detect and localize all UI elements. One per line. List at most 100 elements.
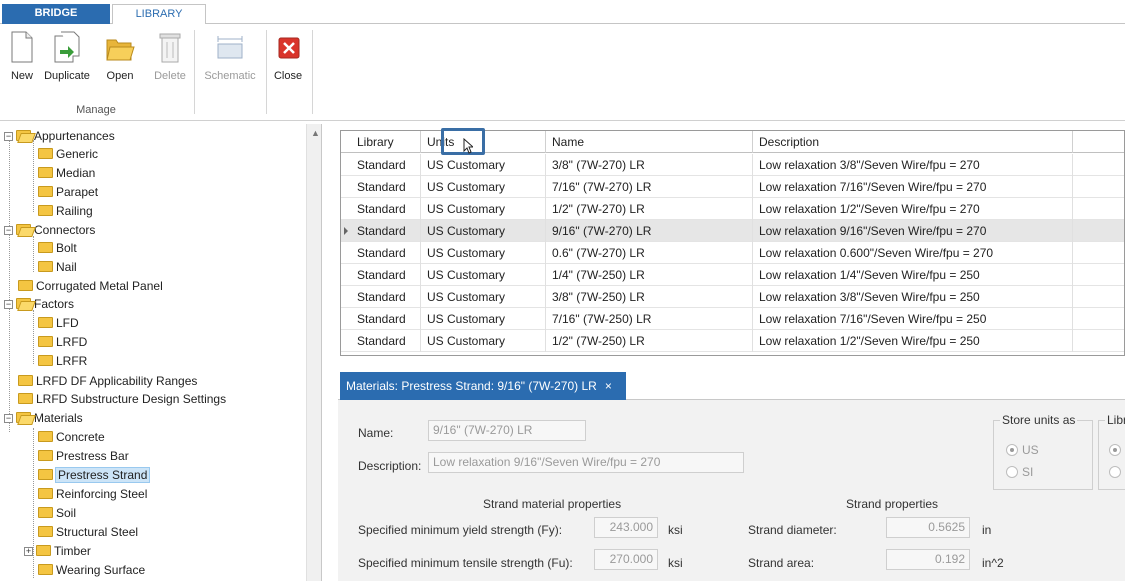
open-label: Open (106, 70, 134, 82)
units-si-radio[interactable]: SI (1006, 465, 1033, 479)
column-header-library[interactable]: Library (351, 131, 421, 153)
tree-node-structural-steel[interactable]: Structural Steel (38, 524, 138, 540)
tab-bridge-explorer[interactable]: BRIDGE EXPLORER (2, 4, 110, 37)
folder-icon (38, 431, 53, 442)
cell-name: 0.6" (7W-270) LR (546, 242, 753, 264)
folder-icon (38, 526, 53, 537)
tree-node-reinforcing-steel[interactable]: Reinforcing Steel (38, 486, 147, 502)
table-row[interactable]: Standard US Customary 1/2" (7W-250) LR Low … (341, 330, 1124, 352)
delete-button[interactable]: Delete (148, 30, 192, 82)
cell-description: Low relaxation 0.600"/Seven Wire/fpu = 2… (753, 242, 1073, 264)
column-header-description[interactable]: Description (753, 131, 1073, 153)
open-button[interactable]: Open (96, 30, 144, 82)
cell-description: Low relaxation 7/16"/Seven Wire/fpu = 25… (753, 308, 1073, 330)
fy-label: Specified minimum yield strength (Fy): (358, 523, 563, 537)
duplicate-button[interactable]: Duplicate (40, 30, 94, 82)
tree-scrollbar[interactable]: ▲ (306, 124, 321, 581)
tree-node-median[interactable]: Median (38, 165, 95, 181)
tree-node-connectors[interactable]: − Connectors (4, 222, 95, 238)
cell-description: Low relaxation 1/4"/Seven Wire/fpu = 250 (753, 264, 1073, 286)
fy-field[interactable]: 243.000 (594, 517, 658, 538)
tree-node-prestress-strand[interactable]: Prestress Strand (38, 467, 151, 483)
cell-description: Low relaxation 7/16"/Seven Wire/fpu = 27… (753, 176, 1073, 198)
folder-icon (38, 205, 53, 216)
folder-icon (38, 507, 53, 518)
tree-node-generic[interactable]: Generic (38, 146, 98, 162)
folder-icon (18, 375, 33, 386)
folder-icon (16, 224, 31, 235)
close-button[interactable]: Close (268, 30, 308, 82)
collapse-icon[interactable]: − (4, 226, 13, 235)
tree-node-nail[interactable]: Nail (38, 259, 77, 275)
fu-field[interactable]: 270.000 (594, 549, 658, 570)
cell-name: 7/16" (7W-250) LR (546, 308, 753, 330)
tree-node-parapet[interactable]: Parapet (38, 184, 98, 200)
library-radio-1[interactable] (1109, 443, 1125, 457)
radio-icon (1109, 466, 1121, 478)
tree-node-concrete[interactable]: Concrete (38, 429, 105, 445)
folder-icon (38, 186, 53, 197)
tree-node-factors[interactable]: − Factors (4, 296, 74, 312)
scroll-up-icon[interactable]: ▲ (311, 128, 320, 138)
tree-guide-line (33, 310, 34, 364)
tree-node-wearing-surface[interactable]: Wearing Surface (38, 562, 145, 578)
library-tree: − Appurtenances Generic Median Parapet Ra… (0, 124, 322, 581)
area-field[interactable]: 0.192 (886, 549, 970, 570)
description-field[interactable]: Low relaxation 9/16"/Seven Wire/fpu = 27… (428, 452, 744, 473)
name-field[interactable]: 9/16" (7W-270) LR (428, 420, 586, 441)
folder-icon (36, 545, 51, 556)
cell-description: Low relaxation 1/2"/Seven Wire/fpu = 250 (753, 330, 1073, 352)
table-row[interactable]: Standard US Customary 3/8" (7W-270) LR Low … (341, 154, 1124, 176)
cell-name: 1/4" (7W-250) LR (546, 264, 753, 286)
ribbon-separator (266, 30, 267, 114)
cell-name: 7/16" (7W-270) LR (546, 176, 753, 198)
fu-label: Specified minimum tensile strength (Fu): (358, 556, 573, 570)
tree-node-lfd[interactable]: LFD (38, 315, 79, 331)
tree-node-railing[interactable]: Railing (38, 203, 93, 219)
cell-library: Standard (351, 154, 421, 176)
table-row[interactable]: Standard US Customary 7/16" (7W-270) LR Low… (341, 176, 1124, 198)
table-row[interactable]: Standard US Customary 1/4" (7W-250) LR Low … (341, 264, 1124, 286)
tree-node-lrfd-df[interactable]: LRFD DF Applicability Ranges (18, 373, 197, 389)
tab-library[interactable]: LIBRARY (112, 4, 206, 25)
collapse-icon[interactable]: − (4, 300, 13, 309)
new-document-icon (7, 30, 37, 64)
table-row[interactable]: Standard US Customary 0.6" (7W-270) LR Low … (341, 242, 1124, 264)
tree-node-prestress-bar[interactable]: Prestress Bar (38, 448, 129, 464)
table-row[interactable]: Standard US Customary 9/16" (7W-270) LR Low… (341, 220, 1124, 242)
collapse-icon[interactable]: − (4, 132, 13, 141)
cell-units: US Customary (421, 176, 546, 198)
cell-name: 9/16" (7W-270) LR (546, 220, 753, 242)
tree-node-lrfd-substructure[interactable]: LRFD Substructure Design Settings (18, 391, 226, 407)
new-button[interactable]: New (4, 30, 40, 82)
folder-icon (38, 317, 53, 328)
expand-icon[interactable]: + (24, 547, 33, 556)
collapse-icon[interactable]: − (4, 414, 13, 423)
column-header-name[interactable]: Name (546, 131, 753, 153)
duplicate-label: Duplicate (44, 70, 90, 82)
tree-node-appurtenances[interactable]: − Appurtenances (4, 128, 115, 144)
tree-node-lrfd[interactable]: LRFD (38, 334, 87, 350)
ribbon-separator (194, 30, 195, 114)
tree-node-lrfr[interactable]: LRFR (38, 353, 87, 369)
tree-node-materials[interactable]: − Materials (4, 410, 83, 426)
table-row[interactable]: Standard US Customary 3/8" (7W-250) LR Low … (341, 286, 1124, 308)
units-us-radio[interactable]: US (1006, 443, 1039, 457)
table-row[interactable]: Standard US Customary 1/2" (7W-270) LR Low … (341, 198, 1124, 220)
tree-guide-line (33, 140, 34, 212)
tab-prestress-strand-detail[interactable]: Materials: Prestress Strand: 9/16" (7W-2… (340, 372, 626, 400)
tree-node-soil[interactable]: Soil (38, 505, 76, 521)
diameter-field[interactable]: 0.5625 (886, 517, 970, 538)
tree-node-corrugated[interactable]: Corrugated Metal Panel (18, 278, 163, 294)
close-tab-icon[interactable]: × (605, 379, 612, 393)
tree-node-timber[interactable]: + Timber (24, 543, 91, 559)
folder-icon (38, 469, 53, 480)
tree-node-bolt[interactable]: Bolt (38, 240, 77, 256)
table-row[interactable]: Standard US Customary 7/16" (7W-250) LR Low… (341, 308, 1124, 330)
schematic-button[interactable]: Schematic (196, 30, 264, 82)
duplicate-icon (52, 30, 82, 64)
cell-name: 1/2" (7W-250) LR (546, 330, 753, 352)
cell-units: US Customary (421, 220, 546, 242)
library-radio-2[interactable] (1109, 465, 1125, 479)
trash-icon (155, 30, 185, 64)
